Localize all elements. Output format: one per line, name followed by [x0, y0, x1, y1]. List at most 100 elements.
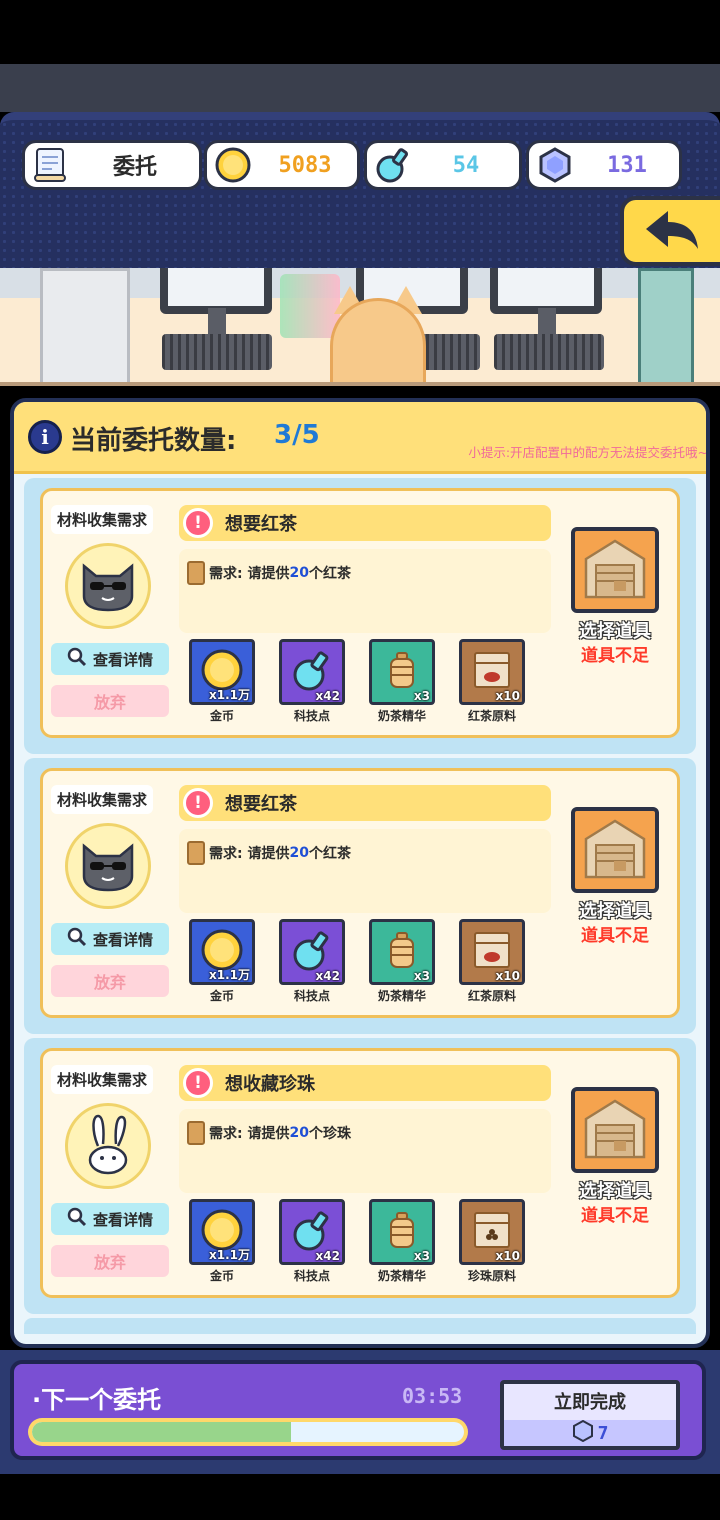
abandon-button[interactable]: 放弃 — [51, 685, 169, 717]
reward-label: 奶茶精华 — [377, 709, 426, 723]
scroll-document-icon — [31, 145, 71, 185]
info-icon[interactable]: i — [28, 420, 62, 454]
back-button[interactable] — [620, 196, 720, 266]
clipboard-icon — [187, 841, 205, 865]
commission-card-area: 材料收集需求 查看详情 放弃 ! 想要红茶 需求: 请提供 20 个红茶 x1.… — [24, 478, 696, 754]
view-details-button[interactable]: 查看详情 — [51, 923, 169, 955]
finish-now-label: 立即完成 — [554, 1392, 626, 1413]
tech-pill[interactable]: 54 — [364, 140, 522, 190]
view-details-button[interactable]: 查看详情 — [51, 1203, 169, 1235]
top-hud: 委托 5083 54 131 — [0, 112, 720, 272]
countdown-timer: 03:53 — [402, 1384, 463, 1408]
rewards-row: x1.1万 金币 x42 科技点 x3 奶茶精华 — [189, 919, 529, 1009]
exclamation-icon: ! — [183, 788, 213, 818]
reward-quantity: x3 — [413, 969, 430, 983]
reward-item[interactable]: x3 奶茶精华 — [369, 639, 435, 724]
select-item-label: 选择道具 — [579, 1181, 651, 1202]
gray-cat-sunglasses-icon — [76, 556, 140, 616]
magnifier-icon — [67, 1207, 87, 1231]
scene-locker — [638, 268, 694, 382]
requirement-prefix: 需求: 请提供 — [209, 566, 290, 582]
insufficient-items-label: 道具不足 — [581, 1206, 649, 1226]
view-details-label: 查看详情 — [92, 1210, 153, 1229]
reward-label: 科技点 — [293, 709, 330, 723]
requirement-box: 需求: 请提供 20 个珍珠 — [179, 1109, 551, 1193]
request-title: 想要红茶 — [225, 794, 297, 815]
requirement-count: 20 — [289, 845, 309, 861]
abandon-button[interactable]: 放弃 — [51, 1245, 169, 1277]
request-title-bar: ! 想要红茶 — [179, 785, 551, 821]
requirement-box: 需求: 请提供 20 个红茶 — [179, 829, 551, 913]
reward-item[interactable]: x10 珍珠原料 — [459, 1199, 525, 1284]
reward-item[interactable]: x1.1万 金币 — [189, 1199, 255, 1284]
commission-card: 材料收集需求 查看详情 放弃 ! 想要红茶 需求: 请提供 20 个红茶 x1.… — [40, 768, 680, 1018]
reward-item[interactable]: x1.1万 金币 — [189, 639, 255, 724]
exclamation-icon: ! — [183, 508, 213, 538]
reward-box: x3 — [369, 1199, 435, 1265]
requirement-line: 需求: 请提供 20 个红茶 — [187, 561, 351, 585]
reward-quantity: x42 — [315, 689, 340, 703]
view-details-label: 查看详情 — [92, 650, 153, 669]
commission-card-area: 材料收集需求 查看详情 放弃 ! 想收藏珍珠 需求: 请提供 20 个珍珠 x1… — [24, 1038, 696, 1314]
scene-keyboard — [162, 334, 272, 370]
customer-avatar — [65, 543, 151, 629]
finish-now-cost: 7 — [504, 1419, 676, 1446]
rewards-row: x1.1万 金币 x42 科技点 x3 奶茶精华 — [189, 639, 529, 729]
reward-quantity: x10 — [495, 969, 520, 983]
reward-quantity: x3 — [413, 689, 430, 703]
scene-keyboard — [494, 334, 604, 370]
next-card-edge — [24, 1318, 696, 1334]
title-pill: 委托 — [22, 140, 202, 190]
reward-quantity: x1.1万 — [209, 1248, 250, 1262]
requirement-suffix: 个珍珠 — [308, 1126, 351, 1142]
gem-icon — [535, 145, 575, 185]
gems-pill[interactable]: 131 — [526, 140, 682, 190]
reward-quantity: x10 — [495, 1249, 520, 1263]
reward-label: 红茶原料 — [467, 989, 516, 1003]
reward-item[interactable]: x10 红茶原料 — [459, 639, 525, 724]
reward-item[interactable]: x42 科技点 — [279, 919, 345, 1004]
select-item-button[interactable] — [571, 527, 659, 613]
commission-card-area: 材料收集需求 查看详情 放弃 ! 想要红茶 需求: 请提供 20 个红茶 x1.… — [24, 758, 696, 1034]
select-item-label: 选择道具 — [579, 621, 651, 642]
reward-item[interactable]: x1.1万 金币 — [189, 919, 255, 1004]
customer-avatar — [65, 823, 151, 909]
reward-item[interactable]: x3 奶茶精华 — [369, 1199, 435, 1284]
request-type-tag: 材料收集需求 — [51, 1065, 154, 1094]
reward-item[interactable]: x10 红茶原料 — [459, 919, 525, 1004]
reward-label: 科技点 — [293, 1269, 330, 1283]
commission-panel: i 当前委托数量: 3/5 小提示:开店配置中的配方无法提交委托哦~ 材料收集需… — [10, 398, 710, 1348]
page-title: 委托 — [112, 155, 157, 180]
reward-box: x42 — [279, 639, 345, 705]
requirement-count: 20 — [289, 565, 309, 581]
clipboard-icon — [187, 561, 205, 585]
coins-pill[interactable]: 5083 — [204, 140, 360, 190]
abandon-button[interactable]: 放弃 — [51, 965, 169, 997]
reward-label: 金币 — [209, 1269, 234, 1283]
reward-box: x1.1万 — [189, 919, 255, 985]
reward-label: 奶茶精华 — [377, 1269, 426, 1283]
warehouse-icon — [580, 1095, 650, 1165]
requirement-count: 20 — [289, 1125, 309, 1141]
gray-cat-sunglasses-icon — [76, 836, 140, 896]
requirement-prefix: 需求: 请提供 — [209, 846, 290, 862]
rewards-row: x1.1万 金币 x42 科技点 x3 奶茶精华 — [189, 1199, 529, 1289]
select-item-button[interactable] — [571, 1087, 659, 1173]
request-type-tag: 材料收集需求 — [51, 505, 154, 534]
reward-box: x1.1万 — [189, 639, 255, 705]
reward-item[interactable]: x42 科技点 — [279, 1199, 345, 1284]
orange-cat-character — [330, 298, 426, 382]
select-item-button[interactable] — [571, 807, 659, 893]
reward-quantity: x10 — [495, 689, 520, 703]
reward-item[interactable]: x42 科技点 — [279, 639, 345, 724]
finish-now-button[interactable]: 立即完成 7 — [500, 1380, 680, 1450]
insufficient-items-label: 道具不足 — [581, 646, 649, 666]
reward-item[interactable]: x3 奶茶精华 — [369, 919, 435, 1004]
reward-quantity: x42 — [315, 1249, 340, 1263]
magnifier-icon — [67, 647, 87, 671]
warehouse-icon — [580, 815, 650, 885]
view-details-label: 查看详情 — [92, 930, 153, 949]
view-details-button[interactable]: 查看详情 — [51, 643, 169, 675]
reward-quantity: x1.1万 — [209, 688, 250, 702]
progress-fill — [32, 1422, 292, 1442]
